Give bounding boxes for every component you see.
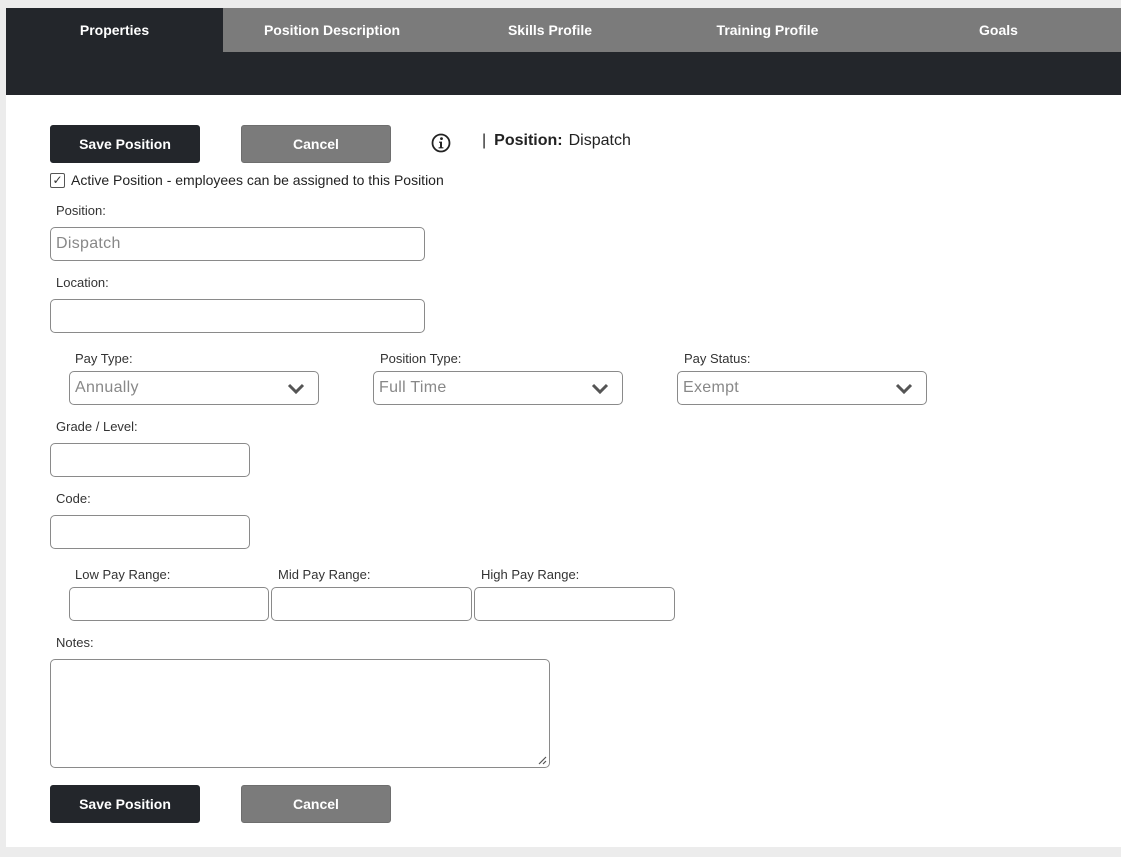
active-position-checkbox[interactable]: ✓ — [50, 172, 65, 188]
cancel-button[interactable]: Cancel — [241, 125, 391, 163]
tab-content-strip — [6, 52, 1121, 95]
mid-pay-input[interactable] — [271, 587, 472, 621]
high-pay-label: High Pay Range: — [481, 567, 580, 582]
cancel-bottom-button[interactable]: Cancel — [241, 785, 391, 823]
page-frame: Properties Position Description Skills P… — [6, 8, 1121, 847]
checkmark-icon: ✓ — [52, 173, 63, 187]
position-header-value: Dispatch — [568, 132, 631, 149]
chevron-down-icon — [287, 383, 305, 395]
grade-level-label: Grade / Level: — [56, 419, 138, 434]
active-position-row: ✓ Active Position - employees can be ass… — [50, 172, 444, 188]
active-position-label: Active Position - employees can be assig… — [71, 172, 444, 188]
position-header: | Position: Dispatch — [482, 132, 631, 150]
tab-goals[interactable]: Goals — [876, 8, 1121, 52]
position-input-value: Dispatch — [56, 235, 121, 252]
tab-bar: Properties Position Description Skills P… — [6, 8, 1121, 52]
position-type-label: Position Type: — [380, 351, 462, 366]
header-separator: | — [482, 132, 487, 149]
location-label: Location: — [56, 275, 109, 290]
position-type-select[interactable]: Full Time — [373, 371, 623, 405]
high-pay-input[interactable] — [474, 587, 675, 621]
chevron-down-icon — [591, 383, 609, 395]
position-header-label: Position: — [494, 132, 563, 149]
info-circle-icon[interactable] — [431, 133, 451, 153]
low-pay-label: Low Pay Range: — [75, 567, 171, 582]
pay-type-value: Annually — [75, 379, 139, 396]
save-position-button[interactable]: Save Position — [50, 125, 200, 163]
position-input[interactable]: Dispatch — [50, 227, 425, 261]
grade-level-input[interactable] — [50, 443, 250, 477]
code-input[interactable] — [50, 515, 250, 549]
tab-skills-profile[interactable]: Skills Profile — [441, 8, 659, 52]
pay-status-select[interactable]: Exempt — [677, 371, 927, 405]
pay-type-label: Pay Type: — [75, 351, 133, 366]
tab-training-profile[interactable]: Training Profile — [659, 8, 876, 52]
pay-type-select[interactable]: Annually — [69, 371, 319, 405]
position-label: Position: — [56, 203, 106, 218]
resize-handle-icon[interactable] — [537, 755, 547, 765]
notes-textarea[interactable] — [50, 659, 550, 768]
pay-status-value: Exempt — [683, 379, 740, 396]
position-type-value: Full Time — [379, 379, 447, 396]
location-input[interactable] — [50, 299, 425, 333]
tab-position-description[interactable]: Position Description — [223, 8, 441, 52]
mid-pay-label: Mid Pay Range: — [278, 567, 371, 582]
code-label: Code: — [56, 491, 91, 506]
chevron-down-icon — [895, 383, 913, 395]
tab-properties[interactable]: Properties — [6, 8, 223, 52]
notes-label: Notes: — [56, 635, 94, 650]
save-position-bottom-button[interactable]: Save Position — [50, 785, 200, 823]
pay-status-label: Pay Status: — [684, 351, 751, 366]
low-pay-input[interactable] — [69, 587, 269, 621]
